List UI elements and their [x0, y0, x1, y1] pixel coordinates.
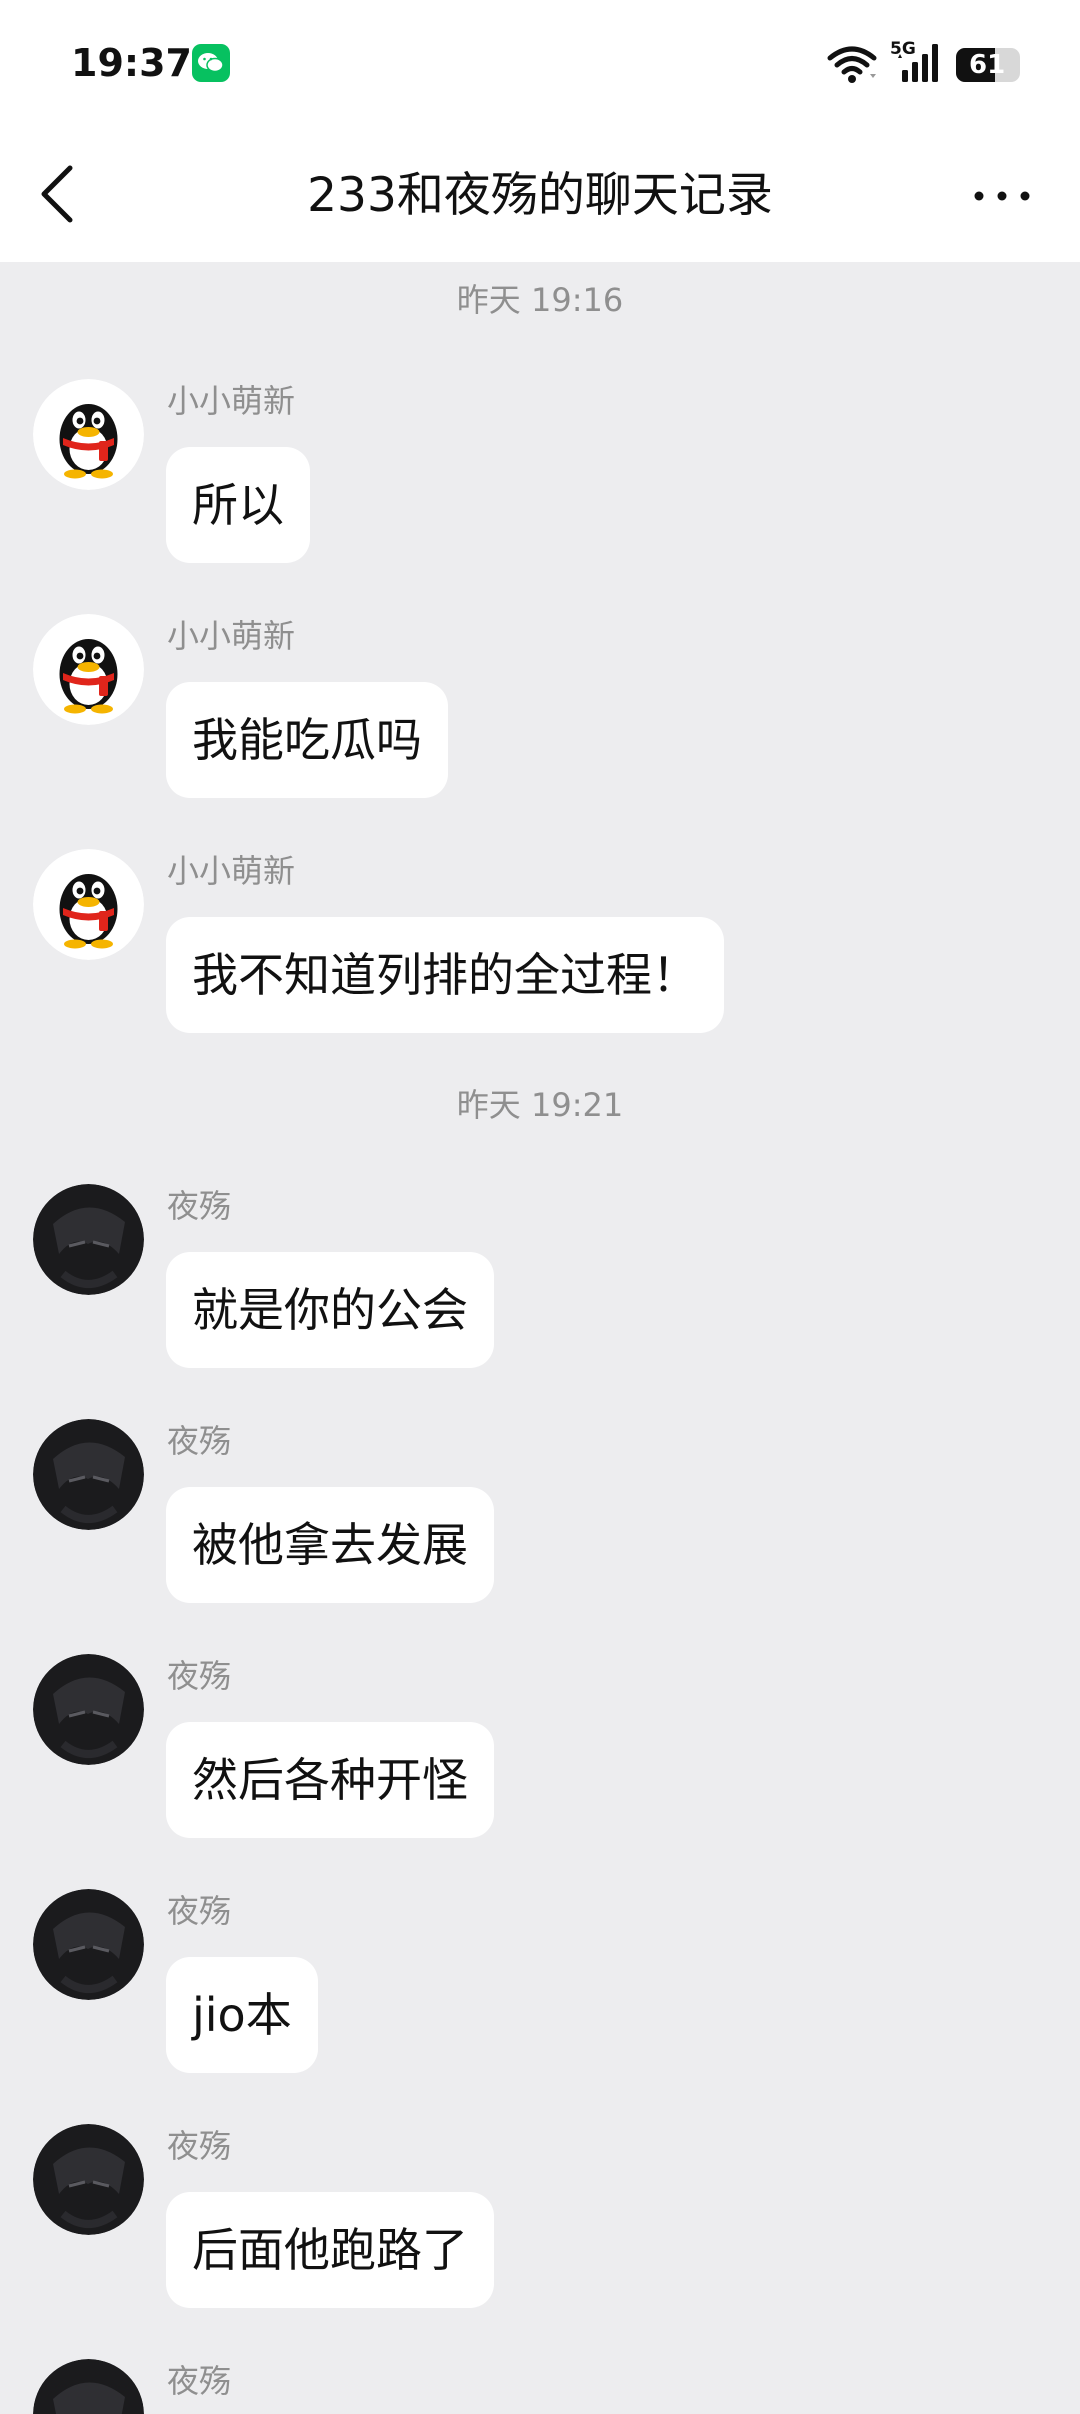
sender-name: 小小萌新: [167, 382, 296, 420]
dark-anime-avatar[interactable]: [33, 2124, 144, 2235]
more-horizontal-icon: [974, 191, 1030, 201]
sender-name: 夜殇: [167, 2362, 232, 2400]
status-time: 19:37: [71, 41, 192, 85]
message-bubble[interactable]: 所以: [166, 447, 310, 563]
battery-icon: 61: [956, 48, 1020, 82]
more-button[interactable]: [962, 160, 1042, 232]
wechat-notification-icon: [192, 44, 230, 82]
message-bubble[interactable]: 被他拿去发展: [166, 1487, 494, 1603]
cellular-signal-icon: 5G: [890, 40, 942, 86]
dark-anime-avatar[interactable]: [33, 1419, 144, 1530]
qq-penguin-avatar[interactable]: [33, 614, 144, 725]
message-bubble[interactable]: 我能吃瓜吗: [166, 682, 448, 798]
timestamp-divider: 昨天 19:16: [456, 281, 624, 319]
qq-penguin-avatar[interactable]: [33, 379, 144, 490]
message-bubble[interactable]: 后面他跑路了: [166, 2192, 494, 2308]
page-title: 233和夜殇的聊天记录: [307, 168, 773, 223]
sender-name: 夜殇: [167, 1657, 232, 1695]
dark-anime-avatar[interactable]: [33, 1184, 144, 1295]
dark-anime-avatar[interactable]: [33, 2359, 144, 2414]
back-button[interactable]: [30, 154, 110, 234]
sender-name: 小小萌新: [167, 617, 296, 655]
wifi-icon: [826, 44, 878, 84]
chevron-left-icon: [41, 165, 73, 223]
timestamp-divider: 昨天 19:21: [456, 1086, 624, 1124]
message-bubble[interactable]: jio本: [166, 1957, 318, 2073]
sender-name: 夜殇: [167, 2127, 232, 2165]
nav-bar: 233和夜殇的聊天记录: [0, 130, 1080, 262]
message-bubble[interactable]: 然后各种开怪: [166, 1722, 494, 1838]
message-bubble[interactable]: 我不知道列排的全过程！: [166, 917, 724, 1033]
sender-name: 夜殇: [167, 1187, 232, 1225]
battery-percent: 61: [969, 50, 1006, 80]
message-bubble[interactable]: 就是你的公会: [166, 1252, 494, 1368]
status-bar: 19:37 5G 61: [0, 0, 1080, 130]
dark-anime-avatar[interactable]: [33, 1889, 144, 2000]
chat-history[interactable]: 昨天 19:16 小小萌新 所以 小小萌新 我能吃瓜吗 小小萌新 我不知道列排的…: [0, 262, 1080, 2414]
sender-name: 小小萌新: [167, 852, 296, 890]
sender-name: 夜殇: [167, 1892, 232, 1930]
dark-anime-avatar[interactable]: [33, 1654, 144, 1765]
sender-name: 夜殇: [167, 1422, 232, 1460]
qq-penguin-avatar[interactable]: [33, 849, 144, 960]
